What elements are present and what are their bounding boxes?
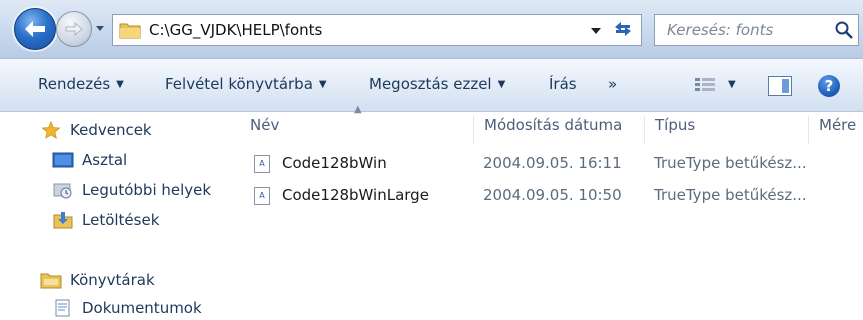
column-header-date-modified[interactable]: Módosítás dátuma bbox=[473, 116, 622, 144]
nav-item-desktop[interactable]: Asztal bbox=[52, 148, 127, 172]
address-bar: C:\GG_VJDK\HELP\fonts Keresés: fonts bbox=[0, 0, 863, 59]
search-icon[interactable] bbox=[834, 20, 854, 40]
file-name: Code128bWinLarge bbox=[282, 186, 429, 204]
recent-pages-dropdown[interactable] bbox=[94, 22, 106, 34]
burn-button[interactable]: Írás bbox=[549, 75, 577, 93]
address-path: C:\GG_VJDK\HELP\fonts bbox=[149, 21, 323, 39]
share-with-menu[interactable]: Megosztás ezzel ▼ bbox=[369, 75, 505, 93]
back-arrow-icon bbox=[25, 21, 45, 37]
organize-menu[interactable]: Rendezés ▼ bbox=[38, 75, 124, 93]
nav-item-recent-places[interactable]: Legutóbbi helyek bbox=[52, 178, 211, 202]
column-header-type[interactable]: Típus bbox=[644, 116, 695, 144]
view-options-icon[interactable] bbox=[694, 77, 716, 93]
star-icon bbox=[41, 121, 61, 139]
recent-places-icon bbox=[53, 183, 72, 199]
nav-item-downloads[interactable]: Letöltések bbox=[52, 208, 159, 232]
file-type: TrueType betűkész... bbox=[654, 186, 807, 204]
search-field[interactable]: Keresés: fonts bbox=[654, 14, 859, 46]
nav-label: Legutóbbi helyek bbox=[82, 181, 212, 199]
nav-label: Letöltések bbox=[82, 211, 160, 229]
address-dropdown-icon[interactable] bbox=[590, 27, 602, 35]
downloads-folder-icon bbox=[53, 212, 73, 229]
nav-item-documents[interactable]: Dokumentumok bbox=[52, 296, 202, 320]
add-to-library-menu[interactable]: Felvétel könyvtárba ▼ bbox=[165, 75, 327, 93]
nav-label: Dokumentumok bbox=[82, 299, 202, 317]
chevron-down-icon[interactable]: ▼ bbox=[728, 79, 736, 90]
nav-label: Kedvencek bbox=[70, 121, 152, 139]
chevron-down-icon: ▼ bbox=[497, 79, 506, 90]
search-input[interactable]: Keresés: fonts bbox=[667, 21, 773, 39]
column-header-row: ▲ Név Módosítás dátuma Típus Mére bbox=[240, 104, 863, 144]
column-header-label: Név bbox=[250, 116, 280, 134]
command-bar: Rendezés ▼ Felvétel könyvtárba ▼ Megosztás… bbox=[0, 59, 863, 112]
column-header-name[interactable]: Név bbox=[240, 116, 279, 144]
nav-label: Asztal bbox=[82, 151, 128, 169]
column-header-label: Módosítás dátuma bbox=[484, 116, 623, 134]
file-date-modified: 2004.09.05. 16:11 bbox=[483, 154, 622, 172]
nav-label: Könyvtárak bbox=[70, 271, 155, 289]
navigation-pane: Kedvencek Asztal Legutóbbi helyek Letölt… bbox=[0, 112, 228, 317]
more-commands-label: » bbox=[608, 75, 618, 93]
forward-arrow-icon bbox=[65, 22, 83, 36]
column-header-label: Mére bbox=[819, 116, 857, 134]
chevron-down-icon: ▼ bbox=[318, 79, 327, 90]
help-icon[interactable]: ? bbox=[818, 75, 840, 97]
share-with-label: Megosztás ezzel bbox=[369, 75, 492, 93]
file-type: TrueType betűkész... bbox=[654, 154, 807, 172]
font-file-icon: A bbox=[254, 187, 270, 205]
libraries-icon bbox=[40, 273, 62, 289]
refresh-icon[interactable] bbox=[612, 20, 634, 38]
burn-label: Írás bbox=[549, 75, 577, 93]
nav-item-favorites[interactable]: Kedvencek bbox=[40, 118, 152, 142]
file-row[interactable]: A Code128bWinLarge 2004.09.05. 10:50 Tru… bbox=[250, 184, 863, 210]
file-row[interactable]: A Code128bWin 2004.09.05. 16:11 TrueType… bbox=[250, 152, 863, 178]
file-name: Code128bWin bbox=[282, 154, 387, 172]
sort-ascending-icon: ▲ bbox=[354, 104, 362, 115]
nav-item-libraries[interactable]: Könyvtárak bbox=[40, 268, 155, 292]
file-date-modified: 2004.09.05. 10:50 bbox=[483, 186, 622, 204]
column-header-label: Típus bbox=[655, 116, 696, 134]
forward-button[interactable] bbox=[56, 11, 92, 47]
back-button[interactable] bbox=[14, 8, 56, 50]
more-commands-button[interactable]: » bbox=[608, 75, 617, 93]
address-field[interactable]: C:\GG_VJDK\HELP\fonts bbox=[112, 14, 642, 46]
desktop-icon bbox=[52, 152, 74, 168]
font-file-icon: A bbox=[254, 155, 270, 173]
add-to-library-label: Felvétel könyvtárba bbox=[165, 75, 313, 93]
organize-label: Rendezés bbox=[38, 75, 111, 93]
folder-icon bbox=[119, 23, 141, 39]
preview-pane-button[interactable] bbox=[768, 76, 792, 96]
documents-icon bbox=[55, 299, 70, 317]
chevron-down-icon: ▼ bbox=[116, 79, 124, 90]
column-header-size[interactable]: Mére bbox=[808, 116, 856, 144]
